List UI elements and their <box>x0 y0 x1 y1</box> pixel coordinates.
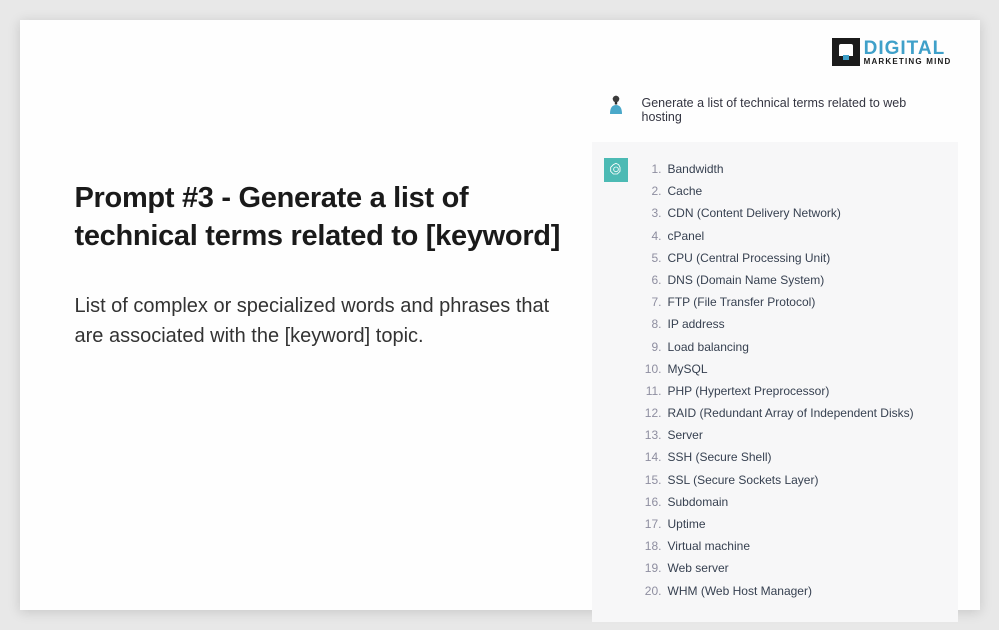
list-item: SSH (Secure Shell) <box>642 446 946 468</box>
list-item: IP address <box>642 313 946 335</box>
list-item: Load balancing <box>642 336 946 358</box>
list-item: DNS (Domain Name System) <box>642 269 946 291</box>
logo-icon <box>832 38 860 66</box>
list-item: PHP (Hypertext Preprocessor) <box>642 380 946 402</box>
list-item: MySQL <box>642 358 946 380</box>
list-item: WHM (Web Host Manager) <box>642 580 946 602</box>
chat-panel: Generate a list of technical terms relat… <box>592 20 980 610</box>
slide-card: DIGITAL MARKETING MIND Prompt #3 - Gener… <box>20 20 980 610</box>
ai-avatar-icon <box>604 158 628 182</box>
user-message-row: Generate a list of technical terms relat… <box>592 82 958 134</box>
list-item: CDN (Content Delivery Network) <box>642 202 946 224</box>
list-item: RAID (Redundant Array of Independent Dis… <box>642 402 946 424</box>
user-prompt-text: Generate a list of technical terms relat… <box>642 92 946 124</box>
logo-text: DIGITAL MARKETING MIND <box>864 39 952 66</box>
list-item: CPU (Central Processing Unit) <box>642 247 946 269</box>
list-item: Cache <box>642 180 946 202</box>
list-item: SSL (Secure Sockets Layer) <box>642 469 946 491</box>
list-item: Uptime <box>642 513 946 535</box>
list-item: Server <box>642 424 946 446</box>
terms-list: BandwidthCacheCDN (Content Delivery Netw… <box>642 158 946 602</box>
user-avatar-icon <box>604 92 628 116</box>
list-item: Subdomain <box>642 491 946 513</box>
list-item: Web server <box>642 557 946 579</box>
list-item: Virtual machine <box>642 535 946 557</box>
logo-sub: MARKETING MIND <box>864 58 952 66</box>
prompt-description: List of complex or specialized words and… <box>75 291 562 351</box>
ai-response-row: BandwidthCacheCDN (Content Delivery Netw… <box>592 142 958 622</box>
left-column: Prompt #3 - Generate a list of technical… <box>20 20 592 610</box>
list-item: Bandwidth <box>642 158 946 180</box>
list-item: cPanel <box>642 225 946 247</box>
list-item: FTP (File Transfer Protocol) <box>642 291 946 313</box>
logo-main: DIGITAL <box>864 39 952 58</box>
prompt-heading: Prompt #3 - Generate a list of technical… <box>75 180 562 255</box>
brand-logo: DIGITAL MARKETING MIND <box>832 38 952 66</box>
